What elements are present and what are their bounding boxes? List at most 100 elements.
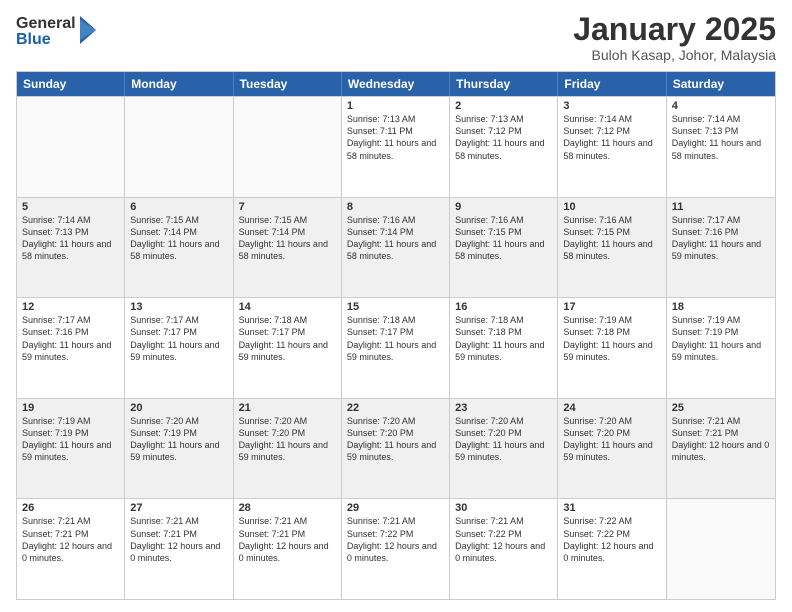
day-cell-2: 2Sunrise: 7:13 AMSunset: 7:12 PMDaylight… bbox=[450, 97, 558, 197]
header-cell-wednesday: Wednesday bbox=[342, 72, 450, 96]
day-cell-9: 9Sunrise: 7:16 AMSunset: 7:15 PMDaylight… bbox=[450, 198, 558, 298]
day-number: 13 bbox=[130, 301, 227, 313]
day-cell-14: 14Sunrise: 7:18 AMSunset: 7:17 PMDayligh… bbox=[234, 298, 342, 398]
header: General Blue January 2025 Buloh Kasap, J… bbox=[16, 12, 776, 63]
header-cell-monday: Monday bbox=[125, 72, 233, 96]
day-number: 11 bbox=[672, 201, 770, 213]
day-number: 3 bbox=[563, 100, 660, 112]
day-cell-16: 16Sunrise: 7:18 AMSunset: 7:18 PMDayligh… bbox=[450, 298, 558, 398]
day-cell-25: 25Sunrise: 7:21 AMSunset: 7:21 PMDayligh… bbox=[667, 399, 775, 499]
calendar-subtitle: Buloh Kasap, Johor, Malaysia bbox=[573, 47, 776, 63]
day-info: Sunrise: 7:19 AMSunset: 7:18 PMDaylight:… bbox=[563, 314, 660, 363]
day-cell-12: 12Sunrise: 7:17 AMSunset: 7:16 PMDayligh… bbox=[17, 298, 125, 398]
day-info: Sunrise: 7:19 AMSunset: 7:19 PMDaylight:… bbox=[22, 415, 119, 464]
empty-cell bbox=[17, 97, 125, 197]
day-number: 24 bbox=[563, 402, 660, 414]
day-info: Sunrise: 7:20 AMSunset: 7:20 PMDaylight:… bbox=[239, 415, 336, 464]
day-cell-11: 11Sunrise: 7:17 AMSunset: 7:16 PMDayligh… bbox=[667, 198, 775, 298]
day-number: 14 bbox=[239, 301, 336, 313]
day-number: 16 bbox=[455, 301, 552, 313]
day-number: 27 bbox=[130, 502, 227, 514]
day-cell-24: 24Sunrise: 7:20 AMSunset: 7:20 PMDayligh… bbox=[558, 399, 666, 499]
calendar: SundayMondayTuesdayWednesdayThursdayFrid… bbox=[16, 71, 776, 600]
day-cell-3: 3Sunrise: 7:14 AMSunset: 7:12 PMDaylight… bbox=[558, 97, 666, 197]
day-cell-27: 27Sunrise: 7:21 AMSunset: 7:21 PMDayligh… bbox=[125, 499, 233, 599]
day-info: Sunrise: 7:20 AMSunset: 7:20 PMDaylight:… bbox=[563, 415, 660, 464]
day-cell-4: 4Sunrise: 7:14 AMSunset: 7:13 PMDaylight… bbox=[667, 97, 775, 197]
day-cell-15: 15Sunrise: 7:18 AMSunset: 7:17 PMDayligh… bbox=[342, 298, 450, 398]
day-info: Sunrise: 7:13 AMSunset: 7:11 PMDaylight:… bbox=[347, 113, 444, 162]
day-cell-5: 5Sunrise: 7:14 AMSunset: 7:13 PMDaylight… bbox=[17, 198, 125, 298]
day-number: 4 bbox=[672, 100, 770, 112]
day-number: 6 bbox=[130, 201, 227, 213]
calendar-week-2: 5Sunrise: 7:14 AMSunset: 7:13 PMDaylight… bbox=[17, 197, 775, 298]
day-number: 1 bbox=[347, 100, 444, 112]
day-number: 7 bbox=[239, 201, 336, 213]
day-number: 12 bbox=[22, 301, 119, 313]
day-cell-1: 1Sunrise: 7:13 AMSunset: 7:11 PMDaylight… bbox=[342, 97, 450, 197]
calendar-week-3: 12Sunrise: 7:17 AMSunset: 7:16 PMDayligh… bbox=[17, 297, 775, 398]
day-info: Sunrise: 7:16 AMSunset: 7:15 PMDaylight:… bbox=[563, 214, 660, 263]
page: General Blue January 2025 Buloh Kasap, J… bbox=[0, 0, 792, 612]
day-info: Sunrise: 7:15 AMSunset: 7:14 PMDaylight:… bbox=[130, 214, 227, 263]
empty-cell bbox=[667, 499, 775, 599]
day-info: Sunrise: 7:21 AMSunset: 7:21 PMDaylight:… bbox=[130, 515, 227, 564]
calendar-title: January 2025 bbox=[573, 12, 776, 47]
calendar-header-row: SundayMondayTuesdayWednesdayThursdayFrid… bbox=[17, 72, 775, 96]
day-info: Sunrise: 7:22 AMSunset: 7:22 PMDaylight:… bbox=[563, 515, 660, 564]
header-cell-thursday: Thursday bbox=[450, 72, 558, 96]
day-cell-13: 13Sunrise: 7:17 AMSunset: 7:17 PMDayligh… bbox=[125, 298, 233, 398]
day-cell-30: 30Sunrise: 7:21 AMSunset: 7:22 PMDayligh… bbox=[450, 499, 558, 599]
day-info: Sunrise: 7:17 AMSunset: 7:16 PMDaylight:… bbox=[672, 214, 770, 263]
title-block: January 2025 Buloh Kasap, Johor, Malaysi… bbox=[573, 12, 776, 63]
calendar-week-4: 19Sunrise: 7:19 AMSunset: 7:19 PMDayligh… bbox=[17, 398, 775, 499]
header-cell-friday: Friday bbox=[558, 72, 666, 96]
logo-blue: Blue bbox=[16, 32, 76, 48]
header-cell-saturday: Saturday bbox=[667, 72, 775, 96]
day-info: Sunrise: 7:20 AMSunset: 7:19 PMDaylight:… bbox=[130, 415, 227, 464]
logo-general: General bbox=[16, 16, 76, 32]
day-info: Sunrise: 7:21 AMSunset: 7:21 PMDaylight:… bbox=[239, 515, 336, 564]
day-info: Sunrise: 7:18 AMSunset: 7:17 PMDaylight:… bbox=[239, 314, 336, 363]
day-info: Sunrise: 7:17 AMSunset: 7:16 PMDaylight:… bbox=[22, 314, 119, 363]
logo-text: General Blue bbox=[16, 16, 76, 48]
logo-icon bbox=[78, 16, 98, 44]
day-info: Sunrise: 7:16 AMSunset: 7:15 PMDaylight:… bbox=[455, 214, 552, 263]
header-cell-sunday: Sunday bbox=[17, 72, 125, 96]
logo: General Blue bbox=[16, 16, 98, 48]
empty-cell bbox=[234, 97, 342, 197]
day-info: Sunrise: 7:18 AMSunset: 7:17 PMDaylight:… bbox=[347, 314, 444, 363]
day-number: 22 bbox=[347, 402, 444, 414]
day-info: Sunrise: 7:14 AMSunset: 7:13 PMDaylight:… bbox=[672, 113, 770, 162]
day-cell-20: 20Sunrise: 7:20 AMSunset: 7:19 PMDayligh… bbox=[125, 399, 233, 499]
day-info: Sunrise: 7:21 AMSunset: 7:21 PMDaylight:… bbox=[22, 515, 119, 564]
day-number: 2 bbox=[455, 100, 552, 112]
day-number: 10 bbox=[563, 201, 660, 213]
day-number: 28 bbox=[239, 502, 336, 514]
day-info: Sunrise: 7:21 AMSunset: 7:22 PMDaylight:… bbox=[347, 515, 444, 564]
day-info: Sunrise: 7:19 AMSunset: 7:19 PMDaylight:… bbox=[672, 314, 770, 363]
day-info: Sunrise: 7:21 AMSunset: 7:22 PMDaylight:… bbox=[455, 515, 552, 564]
day-cell-18: 18Sunrise: 7:19 AMSunset: 7:19 PMDayligh… bbox=[667, 298, 775, 398]
day-number: 19 bbox=[22, 402, 119, 414]
day-number: 9 bbox=[455, 201, 552, 213]
day-cell-21: 21Sunrise: 7:20 AMSunset: 7:20 PMDayligh… bbox=[234, 399, 342, 499]
day-cell-29: 29Sunrise: 7:21 AMSunset: 7:22 PMDayligh… bbox=[342, 499, 450, 599]
day-number: 30 bbox=[455, 502, 552, 514]
day-info: Sunrise: 7:18 AMSunset: 7:18 PMDaylight:… bbox=[455, 314, 552, 363]
day-cell-7: 7Sunrise: 7:15 AMSunset: 7:14 PMDaylight… bbox=[234, 198, 342, 298]
day-number: 31 bbox=[563, 502, 660, 514]
day-info: Sunrise: 7:14 AMSunset: 7:13 PMDaylight:… bbox=[22, 214, 119, 263]
day-cell-26: 26Sunrise: 7:21 AMSunset: 7:21 PMDayligh… bbox=[17, 499, 125, 599]
day-number: 18 bbox=[672, 301, 770, 313]
day-number: 17 bbox=[563, 301, 660, 313]
day-info: Sunrise: 7:20 AMSunset: 7:20 PMDaylight:… bbox=[347, 415, 444, 464]
day-number: 23 bbox=[455, 402, 552, 414]
day-cell-17: 17Sunrise: 7:19 AMSunset: 7:18 PMDayligh… bbox=[558, 298, 666, 398]
day-number: 5 bbox=[22, 201, 119, 213]
day-number: 8 bbox=[347, 201, 444, 213]
empty-cell bbox=[125, 97, 233, 197]
header-cell-tuesday: Tuesday bbox=[234, 72, 342, 96]
day-cell-19: 19Sunrise: 7:19 AMSunset: 7:19 PMDayligh… bbox=[17, 399, 125, 499]
day-info: Sunrise: 7:16 AMSunset: 7:14 PMDaylight:… bbox=[347, 214, 444, 263]
